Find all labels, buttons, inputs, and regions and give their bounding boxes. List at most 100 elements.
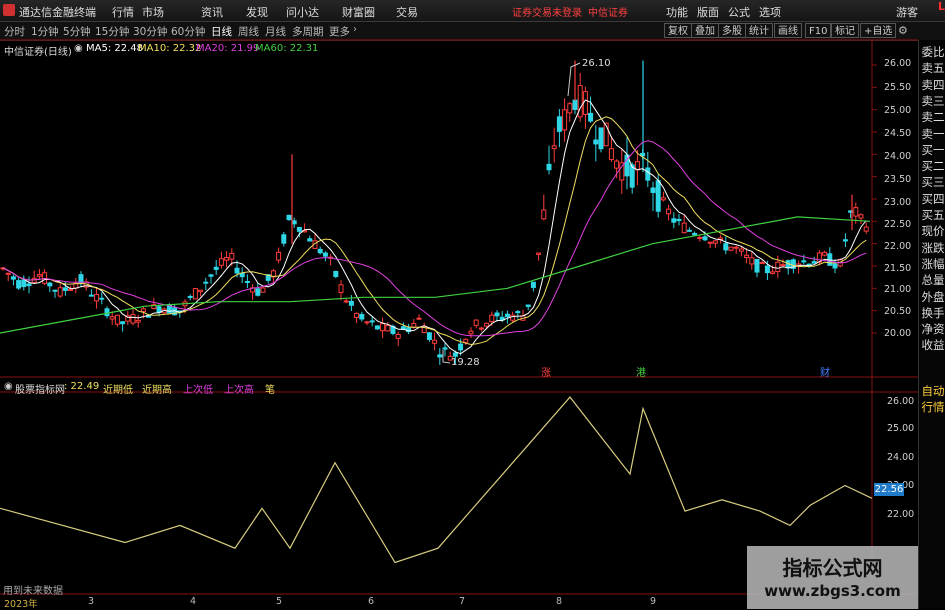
candle-body [364,321,370,324]
y-tick: 25.50 [884,82,912,93]
candle-body [811,261,817,264]
candle-body [213,266,219,270]
candle-body [489,314,495,323]
side-panel-item[interactable]: 自动 [921,385,945,398]
x-tick: 5 [276,596,283,607]
side-panel-item[interactable]: 现价 [921,225,945,238]
x-tick: 7 [459,596,466,607]
side-panel-item[interactable]: 收益 [921,339,945,352]
y-ticks-layer [872,64,877,334]
y-tick: 24.50 [884,128,912,139]
side-panel-item[interactable]: 净资 [921,323,945,336]
candle-body [114,314,120,325]
side-panel-item[interactable]: 委比 [921,46,945,59]
y-tick: 26.00 [884,58,912,69]
side-panel-item[interactable]: 涨幅 [921,257,945,271]
indicator-line-last-high: 上次高 [224,385,254,396]
candle-body [333,270,339,277]
side-panel-item[interactable]: 行情 [921,401,945,414]
quote-side-panel: 委比卖五卖四卖三卖二卖一买一买二买三买四买五现价涨跌涨幅总量外盘换手净资收益自动… [918,40,945,609]
candle-body [723,243,729,251]
candle-body [192,288,198,300]
indicator-expand-icon[interactable]: ◉ [4,381,13,392]
candle-body [385,325,391,332]
candle-body [562,109,568,131]
side-panel-item[interactable]: 买五 [921,209,945,222]
watermark-title: 指标公式网 [782,556,883,580]
side-panel-item[interactable]: 卖二 [921,111,945,124]
candle-body [26,283,32,287]
y-tick: 21.00 [884,284,912,295]
candle-body [764,265,770,274]
side-panel-item[interactable]: 买四 [921,192,945,206]
side-panel-item[interactable]: 涨跌 [921,241,945,255]
y-tick: 24.00 [884,151,912,162]
candle-body [728,246,734,251]
ma5-label: MA5: 22.48 [86,43,144,54]
candle-body [676,218,682,222]
indicator-line-stroke: 笔 [265,385,275,396]
y-tick: 23.00 [884,197,912,208]
low-price-label: 19.28 [451,357,480,368]
candle-body [551,145,557,150]
side-panel-item[interactable]: 买三 [921,176,945,189]
candle-body [359,313,365,320]
event-marker-hk[interactable]: 港 [636,364,646,379]
side-panel-item[interactable]: 买二 [921,160,945,173]
expand-icon[interactable]: ◉ [74,43,83,54]
candle-body [218,258,224,266]
ma60-label: MA60: 22.31 [255,43,319,54]
indicator-line-recent-high: 近期高 [142,385,172,396]
event-marker-rise[interactable]: 涨 [541,364,551,379]
candle-body [536,252,542,255]
candle-body [681,222,687,234]
candle-body [749,257,755,265]
side-panel-item[interactable]: 卖五 [921,62,945,75]
candle-body [671,218,677,223]
ma10-line [2,116,867,346]
candle-body [738,248,744,252]
candle-body [374,325,380,330]
ind-y-tick: 22.00 [887,509,915,520]
candle-body [686,229,692,232]
side-panel-item[interactable]: 总量 [921,274,945,287]
candle-body [426,332,432,340]
candle-body [697,236,703,239]
side-panel-item[interactable]: 换手 [921,306,945,320]
zigzag-line [0,396,873,564]
candle-body [36,274,42,277]
ind-y-tick: 25.00 [887,423,915,434]
candle-body [863,226,869,232]
candle-body [468,330,474,335]
y-tick: 20.00 [884,328,912,339]
candle-body [260,287,266,293]
candle-body [208,274,214,277]
candle-body [307,238,313,242]
candle-body [484,322,490,327]
side-panel-item[interactable]: 卖一 [921,127,945,141]
ma20-label: MA20: 21.99 [196,43,260,54]
candle-body [541,209,547,220]
candle-body [598,127,604,150]
current-value-tag: 22.56 [874,483,904,496]
candle-body [338,284,344,293]
side-panel-item[interactable]: 卖四 [921,78,945,92]
panel-marker: L [938,0,945,13]
ind-y-tick: 24.00 [887,452,915,463]
side-panel-item[interactable]: 买一 [921,143,945,157]
candle-body [525,304,531,307]
candle-body [78,274,84,284]
candle-body [473,319,479,326]
candle-body [140,308,146,313]
candle-body [588,112,594,122]
candle-body [842,239,848,242]
candle-body [645,167,651,181]
event-marker-finance[interactable]: 财 [820,364,830,379]
candle-body [572,99,578,110]
candle-body [780,264,786,267]
side-panel-item[interactable]: 外盘 [921,290,945,304]
kline-chart[interactable] [0,0,945,609]
candle-body [21,279,27,288]
side-panel-item[interactable]: 卖三 [921,94,945,108]
candle-body [120,321,126,325]
